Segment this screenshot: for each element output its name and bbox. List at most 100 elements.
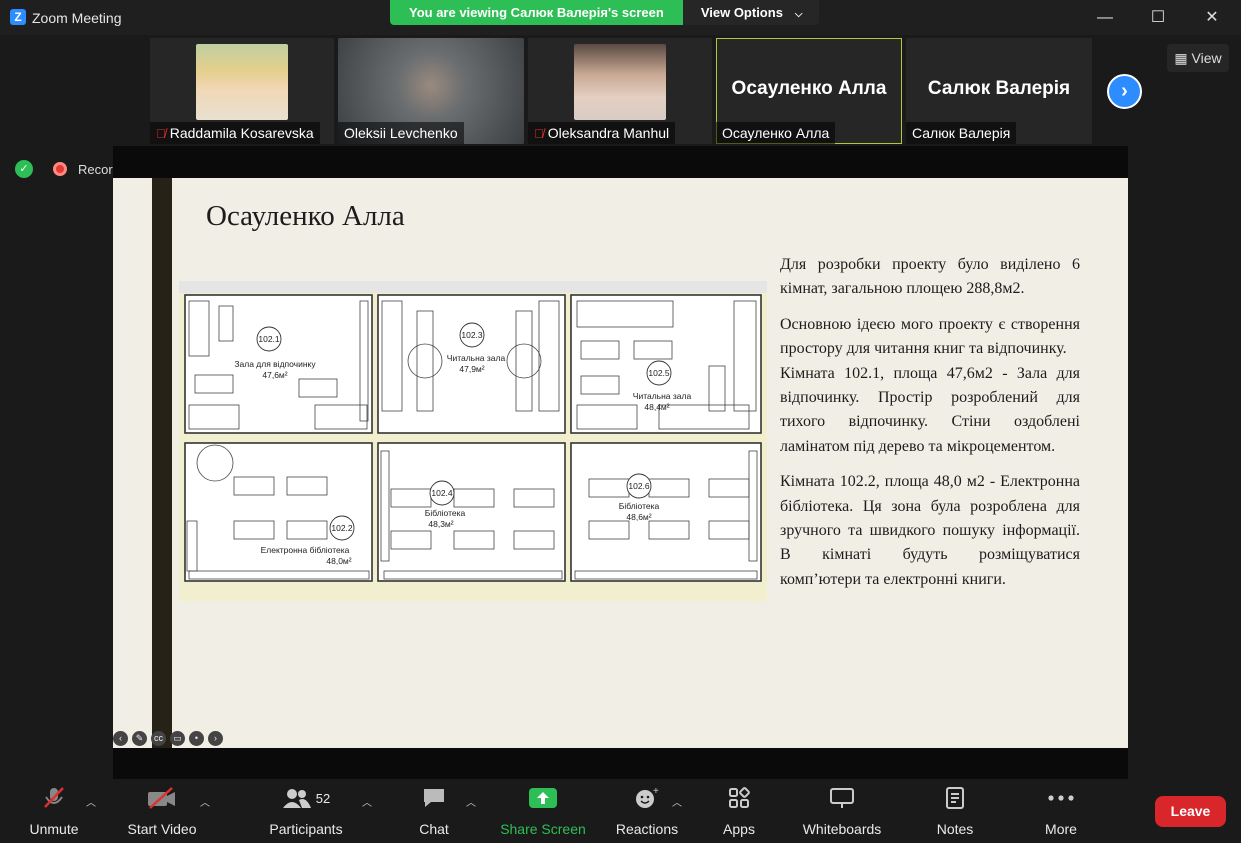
participant-video <box>574 44 666 120</box>
room-number: 102.2 <box>331 523 353 533</box>
view-options-label: View Options <box>700 5 783 20</box>
reactions-label: Reactions <box>615 821 679 837</box>
camera-off-icon[interactable]: ▭ <box>170 731 185 746</box>
more-options-icon[interactable]: • <box>189 731 204 746</box>
participant-tile[interactable]: Oleksii Levchenko <box>338 38 524 144</box>
close-button[interactable]: ✕ <box>1185 0 1239 35</box>
whiteboard-icon <box>798 780 886 816</box>
prev-slide-icon[interactable]: ‹ <box>113 731 128 746</box>
title-bar: Z Zoom Meeting You are viewing Салюк Вал… <box>0 0 1241 35</box>
participant-name-label: 🎙̸ Raddamila Kosarevska <box>150 122 320 144</box>
participant-tile[interactable]: Салюк Валерія Салюк Валерія <box>906 38 1092 144</box>
mic-muted-icon: 🎙̸ <box>534 126 544 141</box>
reactions-button[interactable]: + Reactions <box>612 780 682 843</box>
more-button[interactable]: More <box>1038 780 1084 843</box>
leave-button[interactable]: Leave <box>1155 796 1226 827</box>
share-screen-button[interactable]: Share Screen <box>500 780 586 843</box>
video-options-caret-icon[interactable]: ︿ <box>200 794 210 809</box>
apps-icon <box>716 780 762 816</box>
whiteboards-label: Whiteboards <box>802 821 882 837</box>
participant-name-label: Осауленко Алла <box>716 122 836 144</box>
room-area: 47,6м² <box>262 370 287 380</box>
chat-bubble-icon <box>408 780 460 816</box>
share-screen-label: Share Screen <box>500 821 586 837</box>
slide-paragraph: Кімната 102.1, площа 47,6м2 - Зала для в… <box>780 364 1080 455</box>
room-number: 102.3 <box>461 330 483 340</box>
slide-left-bar <box>152 178 172 748</box>
slide-body-text: Для розробки проекту було виділено 6 кім… <box>780 253 1080 603</box>
participant-display-name: Салюк Валерія <box>927 78 1071 99</box>
room-area: 47,9м² <box>459 364 484 374</box>
audio-options-caret-icon[interactable]: ︿ <box>86 794 96 809</box>
participant-tile-active[interactable]: Осауленко Алла Осауленко Алла <box>716 38 902 144</box>
participants-button[interactable]: 52 Participants <box>266 780 346 843</box>
reactions-caret-icon[interactable]: ︿ <box>672 794 682 809</box>
more-dots-icon <box>1038 780 1084 816</box>
share-banner: You are viewing Салюк Валерія's screen V… <box>390 0 819 25</box>
slide-paragraph: Для розробки проекту було виділено 6 кім… <box>780 256 1080 298</box>
pen-icon[interactable]: ✎ <box>132 731 147 746</box>
recording-icon[interactable] <box>53 162 67 176</box>
notes-icon <box>932 780 978 816</box>
meeting-toolbar: Unmute ︿ Start Video ︿ 52 Participants ︿… <box>0 780 1241 843</box>
participant-tile[interactable]: 🎙̸ Raddamila Kosarevska <box>150 38 334 144</box>
slide-paragraph: Кімната 102.2, площа 48,0 м2 - Електронн… <box>780 473 1080 588</box>
participants-icon: 52 <box>266 780 346 816</box>
more-label: More <box>1045 821 1077 837</box>
viewing-screen-text: You are viewing Салюк Валерія's screen <box>390 0 683 25</box>
chat-caret-icon[interactable]: ︿ <box>466 794 476 809</box>
zoom-logo-icon: Z <box>10 9 26 25</box>
maximize-button[interactable]: ☐ <box>1131 0 1185 35</box>
apps-button[interactable]: Apps <box>716 780 762 843</box>
window-title: Zoom Meeting <box>32 10 122 26</box>
room-name: Бібліотека <box>619 501 660 511</box>
start-video-button[interactable]: Start Video <box>122 780 202 843</box>
participants-count: 52 <box>315 790 331 806</box>
participant-video <box>196 44 288 120</box>
minimize-button[interactable]: — <box>1078 0 1132 35</box>
participants-caret-icon[interactable]: ︿ <box>362 794 372 809</box>
room-number: 102.1 <box>258 334 280 344</box>
participant-name-label: Oleksii Levchenko <box>338 122 464 144</box>
room-number: 102.5 <box>648 368 670 378</box>
room-area: 48,0м² <box>326 556 351 566</box>
floor-plan-image: 102.1 Зала для відпочинку 47,6м² 102.3 Ч… <box>179 281 767 601</box>
shared-screen: Осауленко Алла 102.1 Зала для відпочинку… <box>113 146 1128 779</box>
presentation-slide: Осауленко Алла 102.1 Зала для відпочинку… <box>113 178 1128 748</box>
slide-tools: ‹ ✎ cc ▭ • › <box>113 731 223 746</box>
slide-paragraph: Основною ідеєю мого проекту є створення … <box>780 315 1080 358</box>
participant-tile[interactable]: 🎙̸ Oleksandra Manhul <box>528 38 712 144</box>
view-options-button[interactable]: View Options ⌵ <box>682 0 819 25</box>
room-name: Читальна зала <box>447 353 506 363</box>
room-area: 48,6м² <box>626 512 651 522</box>
next-slide-icon[interactable]: › <box>208 731 223 746</box>
room-name: Зала для відпочинку <box>234 359 316 369</box>
whiteboards-button[interactable]: Whiteboards <box>798 780 886 843</box>
view-button-label: View <box>1191 50 1222 66</box>
chevron-down-icon: ⌵ <box>794 9 803 20</box>
unmute-button[interactable]: Unmute <box>22 780 86 843</box>
mic-muted-icon: 🎙̸ <box>156 126 166 141</box>
microphone-muted-icon <box>22 780 86 816</box>
chat-button[interactable]: Chat <box>408 780 460 843</box>
share-screen-icon <box>500 780 586 816</box>
participant-name-label: 🎙̸ Oleksandra Manhul <box>528 122 676 144</box>
svg-text:+: + <box>653 786 659 797</box>
start-video-label: Start Video <box>127 821 197 837</box>
shield-check-icon[interactable]: ✓ <box>15 160 33 178</box>
notes-button[interactable]: Notes <box>932 780 978 843</box>
slide-title: Осауленко Алла <box>206 200 405 232</box>
captions-icon[interactable]: cc <box>151 731 166 746</box>
room-number: 102.4 <box>431 488 453 498</box>
room-name: Бібліотека <box>425 508 466 518</box>
view-button[interactable]: ▦ View <box>1167 44 1229 72</box>
zoom-window: Z Zoom Meeting You are viewing Салюк Вал… <box>0 0 1241 843</box>
camera-off-icon <box>122 780 202 816</box>
next-page-arrow-icon[interactable]: › <box>1107 74 1142 109</box>
participants-label: Participants <box>269 821 343 837</box>
participant-display-name: Осауленко Алла <box>731 78 887 99</box>
participant-name-label: Салюк Валерія <box>906 122 1017 144</box>
participant-strip: 🎙̸ Raddamila Kosarevska Oleksii Levchenko… <box>150 38 1096 144</box>
apps-label: Apps <box>723 821 755 837</box>
room-area: 48,3м² <box>428 519 453 529</box>
